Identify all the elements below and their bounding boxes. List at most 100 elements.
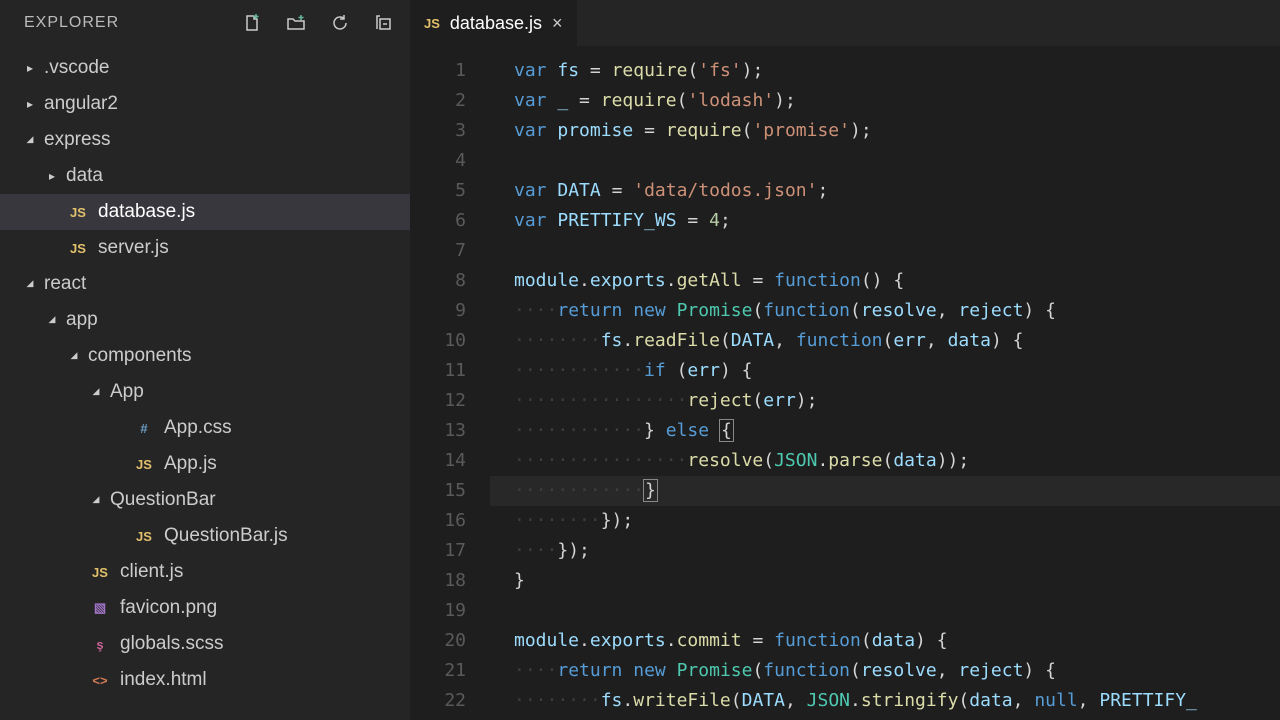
- scss-file-icon: ş: [88, 637, 112, 652]
- chevron-down-icon: ◢: [68, 350, 80, 361]
- line-number: 11: [410, 356, 466, 386]
- tree-item-server-js[interactable]: JS server.js: [0, 230, 410, 266]
- tree-item--vscode[interactable]: ▸ .vscode: [0, 50, 410, 86]
- line-number: 19: [410, 596, 466, 626]
- tree-item-label: express: [44, 129, 111, 151]
- js-file-icon: JS: [66, 205, 90, 220]
- tree-item-label: App: [110, 381, 144, 403]
- tree-item-express[interactable]: ◢ express: [0, 122, 410, 158]
- chevron-down-icon: ◢: [90, 494, 102, 505]
- tree-item-database-js[interactable]: JSdatabase.js: [0, 194, 410, 230]
- line-number: 5: [410, 176, 466, 206]
- js-file-icon: JS: [132, 457, 156, 472]
- tab-label: database.js: [450, 13, 542, 34]
- new-folder-icon[interactable]: [286, 13, 306, 33]
- code-line[interactable]: [490, 146, 1280, 176]
- code-line[interactable]: ····return new Promise(function(resolve,…: [490, 656, 1280, 686]
- code-content[interactable]: var fs = require('fs');var _ = require('…: [490, 46, 1280, 720]
- code-line[interactable]: ············}: [490, 476, 1280, 506]
- line-number: 14: [410, 446, 466, 476]
- tree-item-angular2[interactable]: ▸angular2: [0, 86, 410, 122]
- line-number: 7: [410, 236, 466, 266]
- line-number: 6: [410, 206, 466, 236]
- line-number: 15: [410, 476, 466, 506]
- tree-item-label: index.html: [120, 669, 207, 691]
- tree-item-label: globals.scss: [120, 633, 224, 655]
- sidebar-header: EXPLORER: [0, 0, 410, 46]
- tree-item-label: server.js: [98, 237, 169, 259]
- code-line[interactable]: var promise = require('promise');: [490, 116, 1280, 146]
- tree-item-app-js[interactable]: JS App.js: [0, 446, 410, 482]
- html-file-icon: <>: [88, 673, 112, 688]
- file-tree[interactable]: ▸ .vscode ▸angular2 ◢ express ▸data JSdatabas…: [0, 46, 410, 720]
- chevron-right-icon: ▸: [24, 61, 36, 75]
- tree-item-data[interactable]: ▸data: [0, 158, 410, 194]
- line-gutter: 12345678910111213141516171819202122: [410, 46, 490, 720]
- line-number: 20: [410, 626, 466, 656]
- refresh-icon[interactable]: [330, 13, 350, 33]
- tree-item-client-js[interactable]: JS client.js: [0, 554, 410, 590]
- code-line[interactable]: ········fs.readFile(DATA, function(err, …: [490, 326, 1280, 356]
- code-line[interactable]: ················reject(err);: [490, 386, 1280, 416]
- code-line[interactable]: var DATA = 'data/todos.json';: [490, 176, 1280, 206]
- line-number: 10: [410, 326, 466, 356]
- tab-database-js[interactable]: JSdatabase.js×: [410, 0, 577, 46]
- tree-item-favicon-png[interactable]: ▧favicon.png: [0, 590, 410, 626]
- new-file-icon[interactable]: [242, 13, 262, 33]
- tab-bar: JSdatabase.js×: [410, 0, 1280, 46]
- line-number: 18: [410, 566, 466, 596]
- line-number: 9: [410, 296, 466, 326]
- line-number: 12: [410, 386, 466, 416]
- tree-item-app[interactable]: ◢app: [0, 302, 410, 338]
- tree-item-components[interactable]: ◢ components: [0, 338, 410, 374]
- line-number: 21: [410, 656, 466, 686]
- tree-item-index-html[interactable]: <> index.html: [0, 662, 410, 698]
- tree-item-questionbar[interactable]: ◢QuestionBar: [0, 482, 410, 518]
- tree-item-label: App.css: [164, 417, 232, 439]
- line-number: 1: [410, 56, 466, 86]
- chevron-down-icon: ◢: [46, 314, 58, 325]
- code-line[interactable]: ····});: [490, 536, 1280, 566]
- close-icon[interactable]: ×: [552, 13, 563, 34]
- code-line[interactable]: ················resolve(JSON.parse(data)…: [490, 446, 1280, 476]
- line-number: 4: [410, 146, 466, 176]
- code-line[interactable]: ········fs.writeFile(DATA, JSON.stringif…: [490, 686, 1280, 716]
- chevron-down-icon: ◢: [24, 134, 36, 145]
- code-line[interactable]: [490, 236, 1280, 266]
- code-line[interactable]: [490, 596, 1280, 626]
- line-number: 17: [410, 536, 466, 566]
- tree-item-label: QuestionBar.js: [164, 525, 288, 547]
- tree-item-label: react: [44, 273, 86, 295]
- tree-item-label: App.js: [164, 453, 217, 475]
- chevron-right-icon: ▸: [24, 97, 36, 111]
- line-number: 22: [410, 686, 466, 716]
- code-line[interactable]: ········});: [490, 506, 1280, 536]
- code-line[interactable]: var PRETTIFY_WS = 4;: [490, 206, 1280, 236]
- code-line[interactable]: var _ = require('lodash');: [490, 86, 1280, 116]
- tree-item-label: client.js: [120, 561, 183, 583]
- code-line[interactable]: module.exports.getAll = function() {: [490, 266, 1280, 296]
- code-line[interactable]: ····return new Promise(function(resolve,…: [490, 296, 1280, 326]
- code-line[interactable]: ············if (err) {: [490, 356, 1280, 386]
- js-file-icon: JS: [66, 241, 90, 256]
- code-editor[interactable]: 12345678910111213141516171819202122 var …: [410, 46, 1280, 720]
- tree-item-app-css[interactable]: #App.css: [0, 410, 410, 446]
- line-number: 13: [410, 416, 466, 446]
- explorer-sidebar: EXPLORER ▸ .vscode ▸angular2 ◢ express ▸data …: [0, 0, 410, 720]
- chevron-down-icon: ◢: [24, 278, 36, 289]
- js-file-icon: JS: [132, 529, 156, 544]
- tree-item-label: .vscode: [44, 57, 109, 79]
- tree-item-label: components: [88, 345, 192, 367]
- code-line[interactable]: var fs = require('fs');: [490, 56, 1280, 86]
- sidebar-actions: [242, 13, 394, 33]
- code-line[interactable]: ············} else {: [490, 416, 1280, 446]
- tree-item-app[interactable]: ◢App: [0, 374, 410, 410]
- tree-item-react[interactable]: ◢ react: [0, 266, 410, 302]
- code-line[interactable]: module.exports.commit = function(data) {: [490, 626, 1280, 656]
- code-line[interactable]: }: [490, 566, 1280, 596]
- tree-item-globals-scss[interactable]: ş globals.scss: [0, 626, 410, 662]
- tree-item-questionbar-js[interactable]: JS QuestionBar.js: [0, 518, 410, 554]
- collapse-all-icon[interactable]: [374, 13, 394, 33]
- js-file-icon: JS: [88, 565, 112, 580]
- chevron-right-icon: ▸: [46, 169, 58, 183]
